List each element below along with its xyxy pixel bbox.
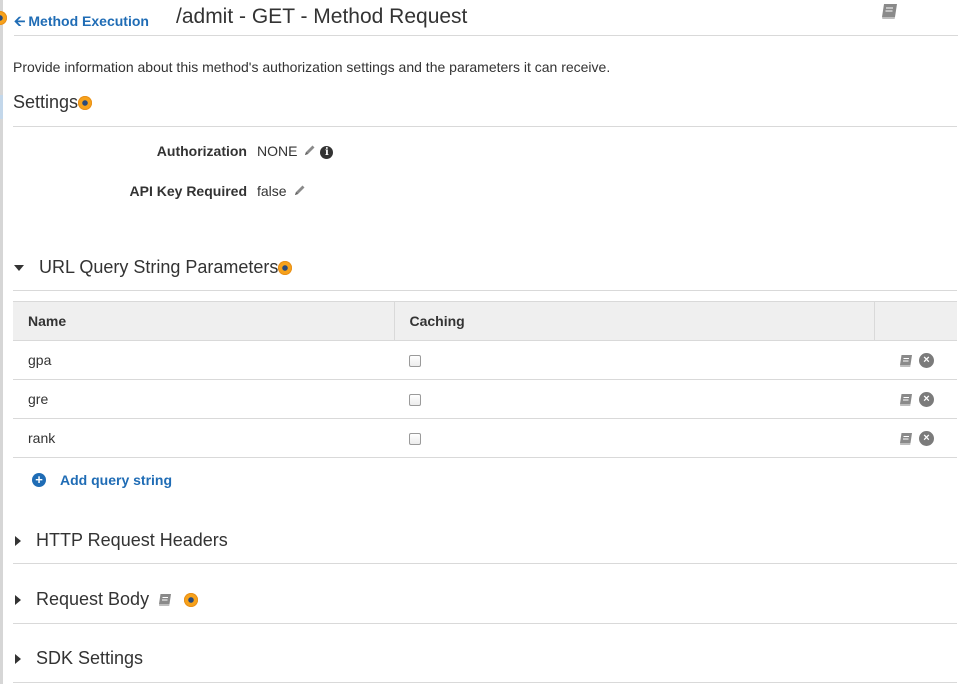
caching-cell (394, 418, 874, 458)
book-icon[interactable] (898, 354, 914, 368)
authorization-value: NONE (257, 143, 298, 159)
authorization-label: Authorization (156, 143, 247, 159)
row-actions: × (874, 418, 957, 458)
help-dot-icon[interactable] (0, 11, 7, 25)
request-body-heading: Request Body (36, 589, 150, 609)
method-request-description: Provide information about this method's … (13, 59, 611, 75)
row-actions: × (874, 340, 957, 380)
http-request-headers-heading: HTTP Request Headers (36, 530, 228, 550)
caching-checkbox[interactable] (409, 355, 421, 368)
divider (13, 682, 957, 683)
book-icon[interactable] (898, 432, 914, 446)
parameter-name: rank (13, 418, 394, 458)
column-header-name: Name (13, 301, 394, 341)
url-query-string-parameters-heading: URL Query String Parameters (39, 257, 279, 277)
plus-circle-icon: + (32, 472, 46, 487)
http-request-headers-toggle[interactable]: HTTP Request Headers (13, 530, 228, 551)
sdk-settings-heading: SDK Settings (36, 648, 144, 668)
caching-cell (394, 340, 874, 380)
divider (13, 290, 957, 291)
caret-right-icon (15, 595, 21, 606)
page-header (14, 0, 958, 36)
divider (13, 563, 957, 564)
divider (13, 623, 957, 624)
pencil-icon[interactable] (293, 184, 306, 200)
parameter-name: gpa (13, 340, 394, 380)
close-circle-icon[interactable]: × (919, 392, 934, 408)
authorization-setting: NONE i (257, 143, 334, 160)
caret-right-icon (15, 536, 21, 547)
caching-checkbox[interactable] (409, 433, 421, 446)
add-query-string-label: Add query string (60, 472, 173, 488)
left-panel-selection-marker (0, 95, 3, 119)
caching-checkbox[interactable] (409, 394, 421, 407)
settings-heading-label: Settings (13, 92, 79, 112)
caret-right-icon (15, 654, 21, 665)
url-query-string-parameters-toggle[interactable]: URL Query String Parameters (13, 257, 293, 278)
book-icon[interactable] (880, 2, 900, 20)
table-row: rank × (13, 418, 957, 458)
caret-down-icon (14, 265, 24, 272)
api-key-required-label: API Key Required (129, 183, 247, 199)
close-circle-icon[interactable]: × (919, 431, 934, 447)
divider (13, 126, 957, 127)
add-query-string-button[interactable]: + Add query string (32, 472, 172, 488)
query-parameters-table: Name Caching gpa × gre × rank × (13, 301, 957, 458)
arrow-left-icon: 🡨 (14, 13, 26, 29)
api-key-required-setting: false (257, 183, 306, 200)
table-row: gre × (13, 379, 957, 419)
api-key-required-value: false (257, 183, 287, 199)
back-link-label: Method Execution (28, 13, 149, 29)
page-title: /admit - GET - Method Request (176, 5, 468, 28)
close-circle-icon[interactable]: × (919, 353, 934, 369)
help-dot-icon[interactable] (278, 261, 293, 276)
sdk-settings-toggle[interactable]: SDK Settings (13, 648, 143, 669)
caching-cell (394, 379, 874, 419)
column-header-caching: Caching (393, 301, 874, 341)
back-to-method-execution-link[interactable]: 🡨 Method Execution (14, 11, 149, 35)
column-header-actions (873, 301, 957, 341)
book-icon[interactable] (898, 393, 914, 407)
book-icon[interactable] (157, 593, 173, 607)
pencil-icon[interactable] (303, 144, 316, 160)
parameter-name: gre (13, 379, 394, 419)
request-body-toggle[interactable]: Request Body (13, 589, 199, 610)
table-row: gpa × (13, 340, 957, 380)
row-actions: × (874, 379, 957, 419)
help-dot-icon[interactable] (78, 96, 93, 111)
info-icon[interactable]: i (320, 145, 334, 159)
help-dot-icon[interactable] (184, 593, 199, 608)
settings-heading: Settings (13, 92, 93, 113)
table-header-row: Name Caching (13, 301, 957, 341)
